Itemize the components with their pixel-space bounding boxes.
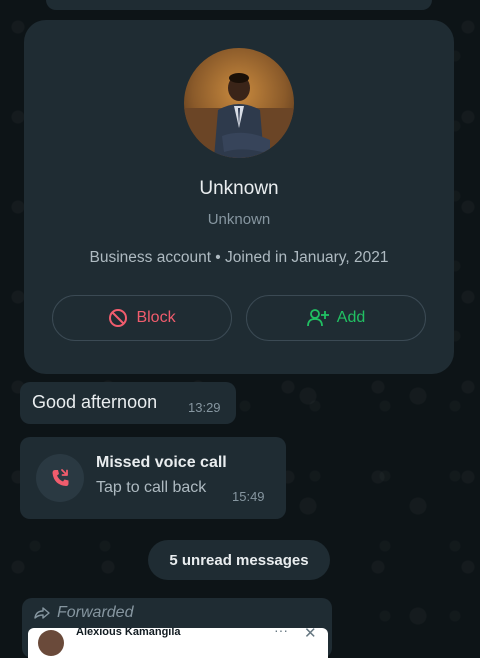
missed-call-icon-wrap	[36, 454, 84, 502]
missed-call-title: Missed voice call	[96, 454, 227, 471]
add-label: Add	[336, 309, 366, 326]
add-contact-icon	[306, 309, 329, 327]
block-button[interactable]: Block	[52, 295, 232, 341]
forward-icon	[34, 607, 50, 619]
message-text: Good afternoon	[32, 392, 158, 412]
close-icon[interactable]: ✕	[304, 628, 317, 642]
block-icon	[109, 309, 128, 327]
avatar[interactable]	[184, 48, 294, 158]
preview-name: Alexious Kamangila	[76, 628, 181, 638]
forwarded-preview[interactable]: Alexious Kamangila ··· ✕	[28, 628, 328, 658]
message-bubble[interactable]: Good afternoon 13:29	[20, 382, 236, 424]
forwarded-text: Forwarded	[57, 604, 134, 621]
forwarded-label: Forwarded	[34, 604, 133, 622]
call-back-hint: Tap to call back	[96, 479, 207, 496]
more-options-icon[interactable]: ···	[274, 628, 288, 638]
add-contact-button[interactable]: Add	[246, 295, 426, 341]
preview-avatar	[38, 630, 64, 656]
avatar-photo	[184, 48, 294, 158]
contact-name: Unknown	[199, 178, 279, 199]
contact-subname: Unknown	[207, 211, 271, 228]
business-account-info: Business account • Joined in January, 20…	[89, 249, 389, 266]
forwarded-message-bubble[interactable]: Forwarded Alexious Kamangila ··· ✕	[22, 598, 332, 658]
missed-call-bubble[interactable]: Missed voice call Tap to call back 15:49	[20, 437, 286, 519]
unread-messages-divider: 5 unread messages	[148, 540, 330, 580]
previous-system-message	[46, 0, 432, 10]
contact-profile-card: Unknown Unknown Business account • Joine…	[24, 20, 454, 374]
message-time: 13:29	[188, 400, 221, 415]
block-label: Block	[136, 309, 176, 326]
call-time: 15:49	[232, 489, 265, 504]
missed-call-icon	[52, 469, 69, 486]
